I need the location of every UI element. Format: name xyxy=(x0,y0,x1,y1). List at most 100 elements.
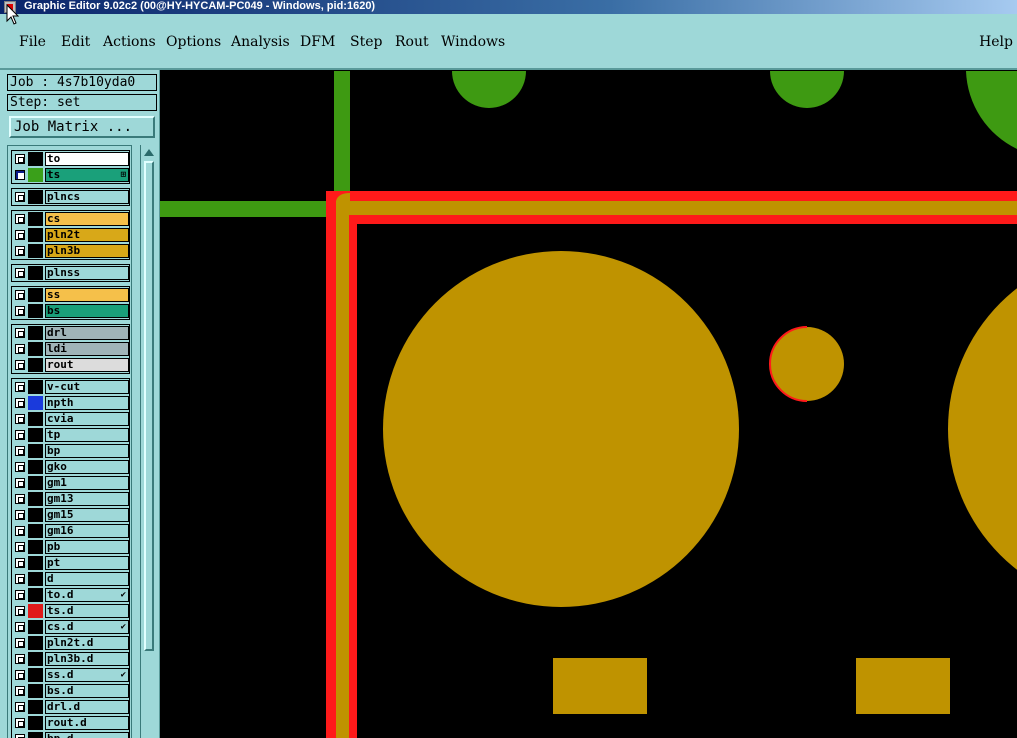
layer-row-ldi[interactable]: ldi xyxy=(12,341,129,357)
layer-name[interactable]: rout.d xyxy=(45,716,129,730)
layer-checkbox[interactable] xyxy=(15,230,25,240)
layer-name[interactable]: cvia xyxy=(45,412,129,426)
menu-file[interactable]: File xyxy=(19,34,46,50)
layer-checkbox[interactable] xyxy=(15,170,25,180)
layer-row-bs[interactable]: bs xyxy=(12,303,129,319)
layer-checkbox[interactable] xyxy=(15,494,25,504)
layer-row-pln2t.d[interactable]: pln2t.d xyxy=(12,635,129,651)
layer-checkbox[interactable] xyxy=(15,542,25,552)
layer-checkbox[interactable] xyxy=(15,306,25,316)
layer-color-swatch[interactable] xyxy=(28,700,43,714)
scroll-thumb[interactable] xyxy=(144,161,154,651)
layer-row-plnss[interactable]: plnss xyxy=(12,265,129,281)
layer-name[interactable]: pln3b.d xyxy=(45,652,129,666)
layer-row-bp.d[interactable]: bp.d xyxy=(12,731,129,738)
layer-row-gm13[interactable]: gm13 xyxy=(12,491,129,507)
layer-checkbox[interactable] xyxy=(15,686,25,696)
layer-color-swatch[interactable] xyxy=(28,428,43,442)
layer-row-ts[interactable]: ts ⊞ xyxy=(12,167,129,183)
layer-row-rout[interactable]: rout xyxy=(12,357,129,373)
layer-row-d[interactable]: d xyxy=(12,571,129,587)
layer-row-gko[interactable]: gko xyxy=(12,459,129,475)
layer-name[interactable]: bs.d xyxy=(45,684,129,698)
layer-color-swatch[interactable] xyxy=(28,326,43,340)
menu-analysis[interactable]: Analysis xyxy=(231,34,290,50)
layer-color-swatch[interactable] xyxy=(28,604,43,618)
layer-name[interactable]: rout xyxy=(45,358,129,372)
layer-checkbox[interactable] xyxy=(15,154,25,164)
layer-color-swatch[interactable] xyxy=(28,444,43,458)
layer-row-cvia[interactable]: cvia xyxy=(12,411,129,427)
layer-row-ss.d[interactable]: ss.d ✔ xyxy=(12,667,129,683)
layer-color-swatch[interactable] xyxy=(28,572,43,586)
layer-color-swatch[interactable] xyxy=(28,358,43,372)
layer-row-pt[interactable]: pt xyxy=(12,555,129,571)
menu-edit[interactable]: Edit xyxy=(61,34,90,50)
layer-checkbox[interactable] xyxy=(15,382,25,392)
layer-row-rout.d[interactable]: rout.d xyxy=(12,715,129,731)
layer-name[interactable]: pln3b xyxy=(45,244,129,258)
layer-name[interactable]: plnss xyxy=(45,266,129,280)
layer-checkbox[interactable] xyxy=(15,574,25,584)
layer-color-swatch[interactable] xyxy=(28,668,43,682)
layer-color-swatch[interactable] xyxy=(28,288,43,302)
layer-name[interactable]: gm13 xyxy=(45,492,129,506)
layer-color-swatch[interactable] xyxy=(28,380,43,394)
layer-scrollbar[interactable] xyxy=(140,145,157,738)
layer-name[interactable]: ldi xyxy=(45,342,129,356)
layer-color-swatch[interactable] xyxy=(28,460,43,474)
layer-name[interactable]: npth xyxy=(45,396,129,410)
layer-checkbox[interactable] xyxy=(15,670,25,680)
menu-dfm[interactable]: DFM xyxy=(300,34,335,50)
layer-row-pln3b.d[interactable]: pln3b.d xyxy=(12,651,129,667)
layer-color-swatch[interactable] xyxy=(28,620,43,634)
layer-row-tp[interactable]: tp xyxy=(12,427,129,443)
layer-checkbox[interactable] xyxy=(15,558,25,568)
layer-checkbox[interactable] xyxy=(15,638,25,648)
layer-row-gm15[interactable]: gm15 xyxy=(12,507,129,523)
layer-checkbox[interactable] xyxy=(15,526,25,536)
layer-color-swatch[interactable] xyxy=(28,212,43,226)
layer-checkbox[interactable] xyxy=(15,360,25,370)
layer-name[interactable]: drl xyxy=(45,326,129,340)
layer-checkbox[interactable] xyxy=(15,246,25,256)
layer-checkbox[interactable] xyxy=(15,192,25,202)
layer-row-bp[interactable]: bp xyxy=(12,443,129,459)
layer-name[interactable]: ss.d ✔ xyxy=(45,668,129,682)
layer-color-swatch[interactable] xyxy=(28,396,43,410)
scroll-up-arrow-icon[interactable] xyxy=(142,147,156,159)
layer-name[interactable]: bp xyxy=(45,444,129,458)
layer-checkbox[interactable] xyxy=(15,430,25,440)
layer-checkbox[interactable] xyxy=(15,344,25,354)
layer-color-swatch[interactable] xyxy=(28,412,43,426)
layer-row-pln2t[interactable]: pln2t xyxy=(12,227,129,243)
layer-checkbox[interactable] xyxy=(15,328,25,338)
layer-name[interactable]: gm16 xyxy=(45,524,129,538)
layer-row-bs.d[interactable]: bs.d xyxy=(12,683,129,699)
layer-color-swatch[interactable] xyxy=(28,524,43,538)
layer-row-pb[interactable]: pb xyxy=(12,539,129,555)
layer-color-swatch[interactable] xyxy=(28,588,43,602)
layer-checkbox[interactable] xyxy=(15,478,25,488)
menu-rout[interactable]: Rout xyxy=(395,34,429,50)
layer-name[interactable]: pln2t.d xyxy=(45,636,129,650)
layer-name[interactable]: ts ⊞ xyxy=(45,168,129,182)
layer-row-ts.d[interactable]: ts.d xyxy=(12,603,129,619)
layer-checkbox[interactable] xyxy=(15,702,25,712)
layer-name[interactable]: pb xyxy=(45,540,129,554)
layer-name[interactable]: bp.d xyxy=(45,732,129,738)
layer-color-swatch[interactable] xyxy=(28,342,43,356)
layer-row-v-cut[interactable]: v-cut xyxy=(12,379,129,395)
layer-checkbox[interactable] xyxy=(15,290,25,300)
layer-checkbox[interactable] xyxy=(15,606,25,616)
menu-step[interactable]: Step xyxy=(350,34,382,50)
layer-name[interactable]: ts.d xyxy=(45,604,129,618)
layer-name[interactable]: to xyxy=(45,152,129,166)
layer-color-swatch[interactable] xyxy=(28,304,43,318)
layer-row-cs[interactable]: cs xyxy=(12,211,129,227)
layer-checkbox[interactable] xyxy=(15,214,25,224)
menu-actions[interactable]: Actions xyxy=(103,34,156,50)
layer-color-swatch[interactable] xyxy=(28,190,43,204)
layer-row-plncs[interactable]: plncs xyxy=(12,189,129,205)
layer-color-swatch[interactable] xyxy=(28,476,43,490)
